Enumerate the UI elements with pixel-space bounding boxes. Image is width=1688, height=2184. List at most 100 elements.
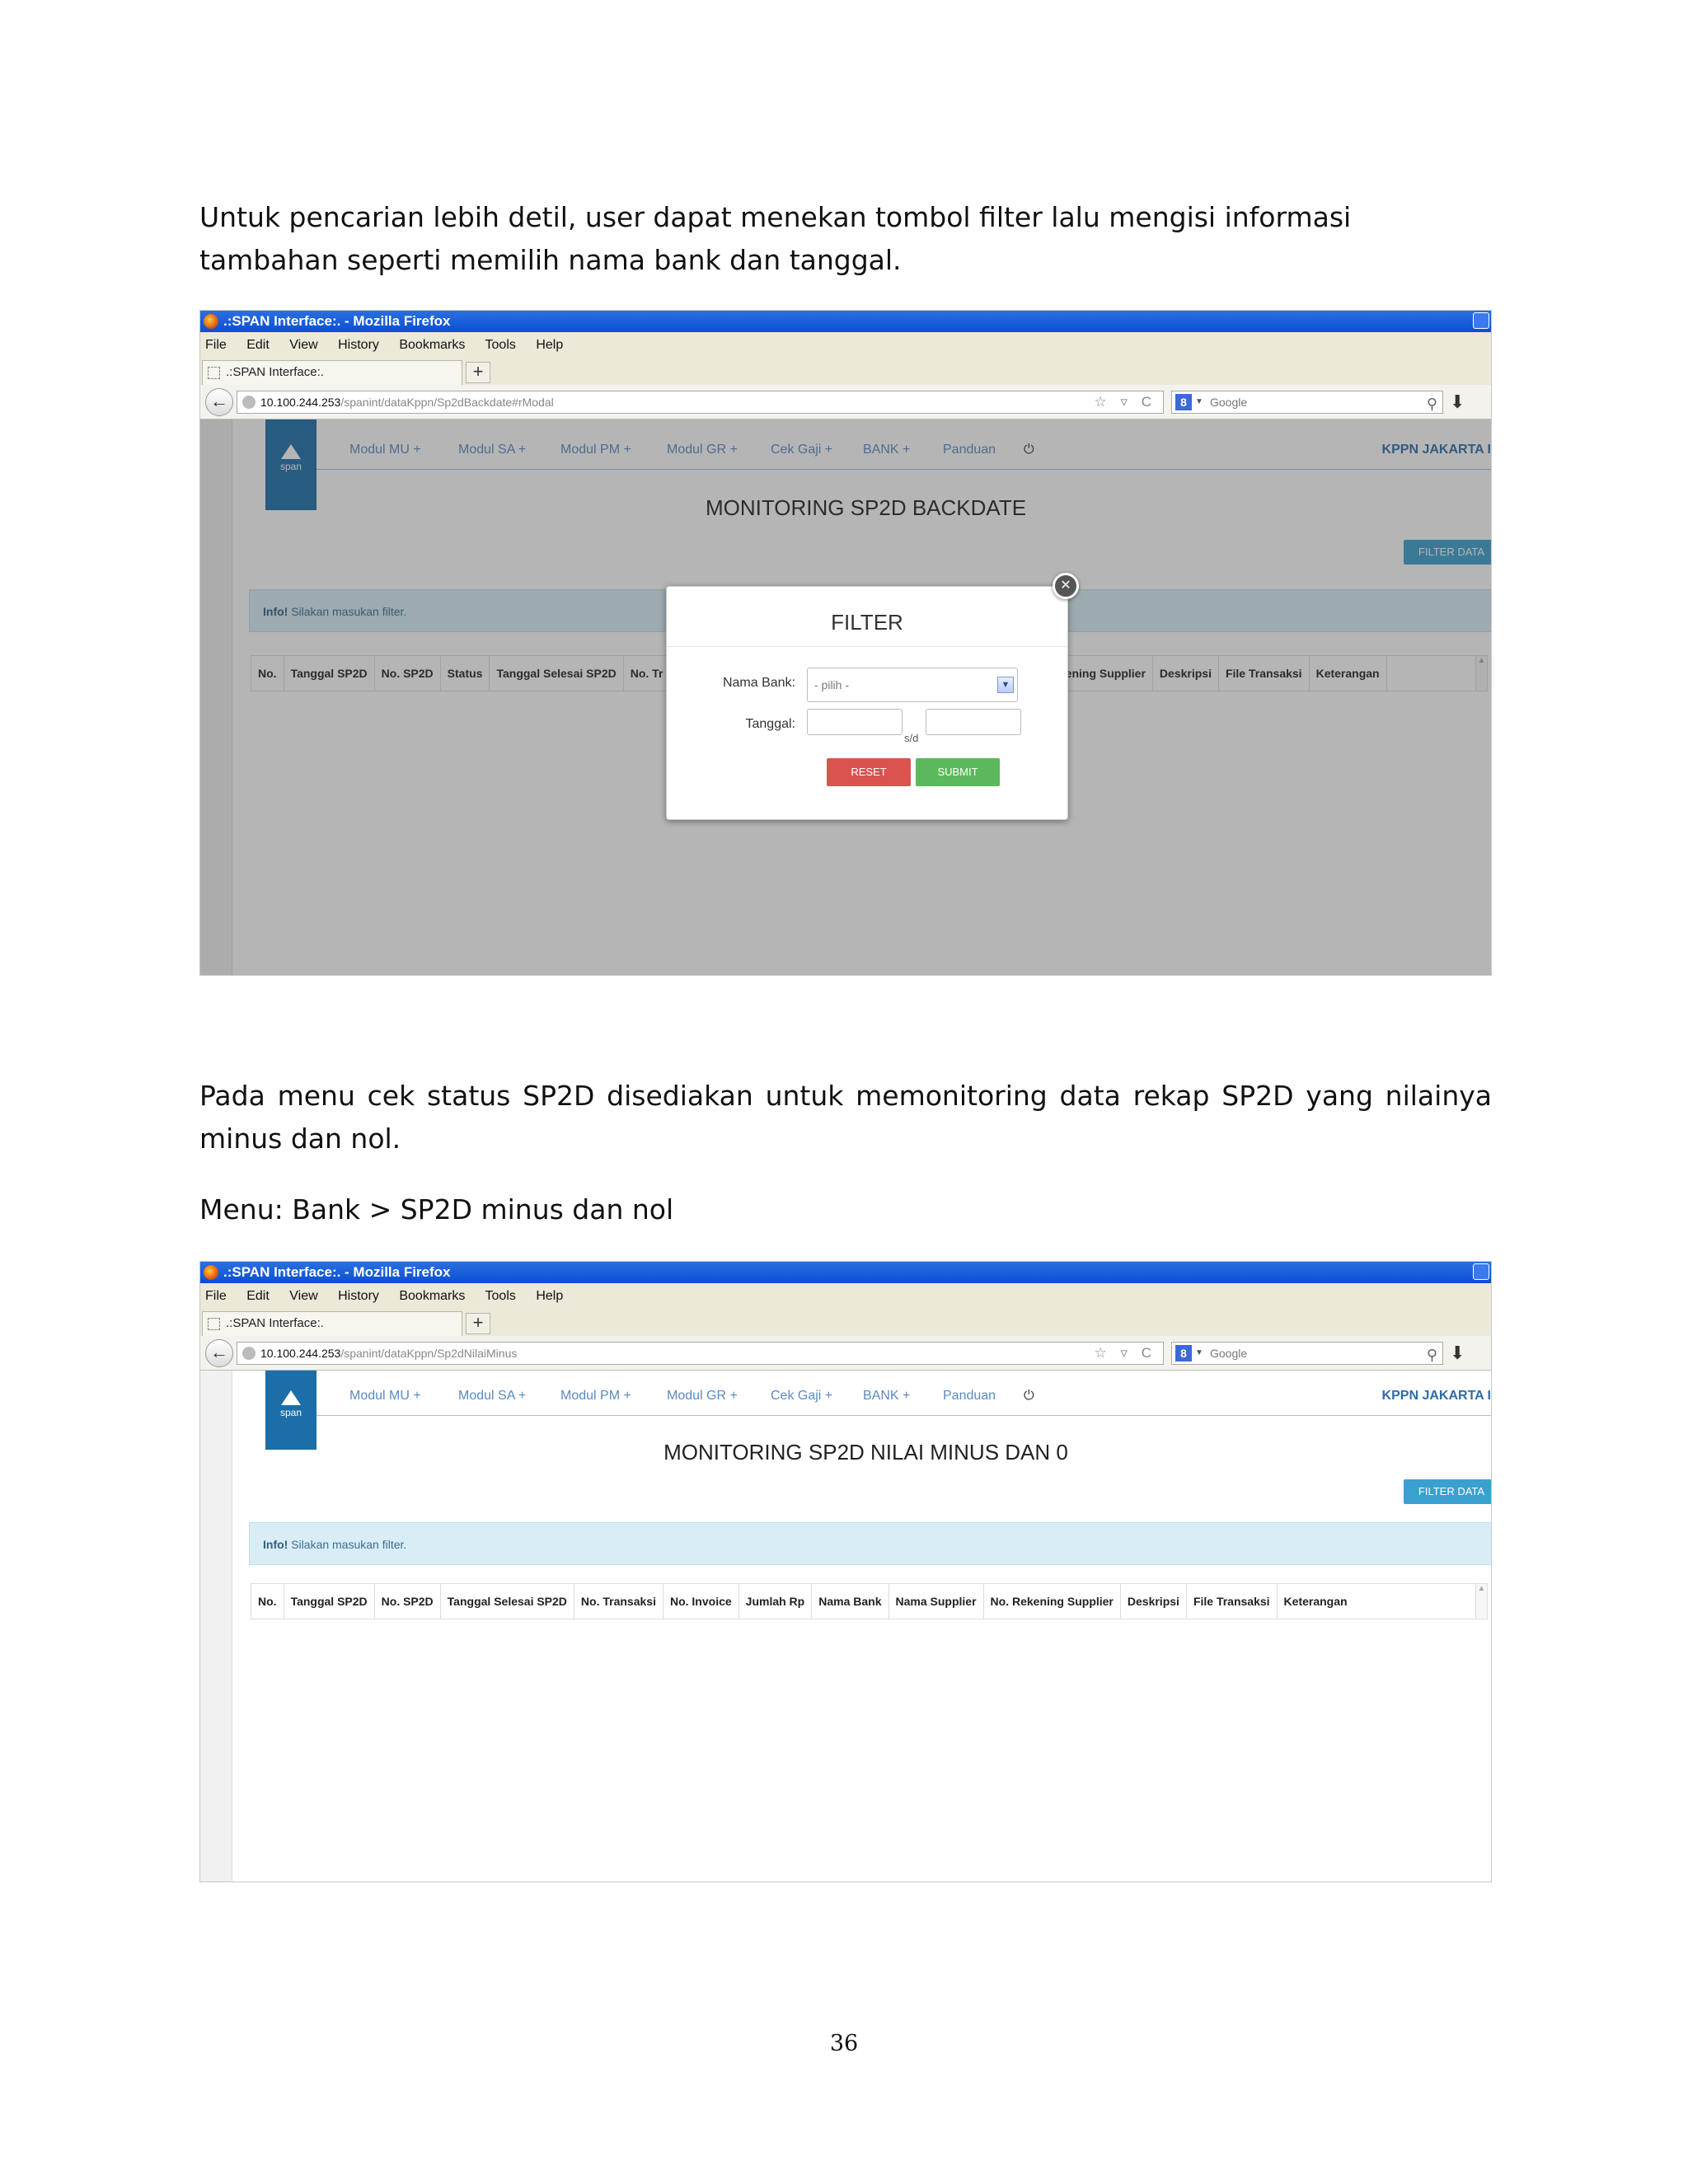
menu-bookmarks[interactable]: Bookmarks — [399, 338, 465, 352]
firefox-icon — [204, 314, 218, 329]
download-icon[interactable]: ⬇ — [1450, 391, 1465, 413]
window-title: .:SPAN Interface:. - Mozilla Firefox — [223, 313, 451, 329]
window-button[interactable] — [1473, 312, 1489, 329]
nav-bank[interactable]: BANK + — [863, 1389, 910, 1404]
window-title: .:SPAN Interface:. - Mozilla Firefox — [223, 1264, 451, 1280]
window-titlebar: .:SPAN Interface:. - Mozilla Firefox — [200, 311, 1491, 332]
menu-tools[interactable]: Tools — [485, 1289, 516, 1303]
date-to-input[interactable] — [926, 709, 1021, 735]
download-icon[interactable]: ⬇ — [1450, 1343, 1465, 1364]
column-header: Tanggal SP2D — [284, 1584, 375, 1619]
search-icon[interactable]: ⚲ — [1427, 393, 1437, 415]
column-header: No. Invoice — [663, 1584, 739, 1619]
menu-edit[interactable]: Edit — [246, 1289, 270, 1303]
column-header: No. — [251, 1584, 284, 1619]
url-bar[interactable]: 10.100.244.253/spanint/dataKppn/Sp2dBack… — [237, 391, 1164, 414]
search-input[interactable]: 8 ▼ Google ⚲ — [1171, 391, 1443, 414]
tab-title: .:SPAN Interface:. — [226, 365, 324, 379]
logo-triangle-icon — [281, 1390, 301, 1405]
search-placeholder: Google — [1210, 1347, 1248, 1360]
logo-text: span — [279, 1407, 302, 1418]
menu-bookmarks[interactable]: Bookmarks — [399, 1289, 465, 1303]
nav-modul-pm[interactable]: Modul PM + — [560, 1389, 631, 1404]
menu-help[interactable]: Help — [536, 338, 563, 352]
bookmark-star-icon[interactable]: ☆ ▿ C — [1095, 391, 1157, 413]
menu-edit[interactable]: Edit — [246, 338, 270, 352]
page-number: 36 — [829, 2031, 859, 2056]
modal-divider — [667, 646, 1067, 647]
menu-view[interactable]: View — [289, 1289, 317, 1303]
url-host: 10.100.244.253 — [260, 1347, 341, 1360]
screenshot-filter-modal: .:SPAN Interface:. - Mozilla Firefox Fil… — [199, 310, 1492, 976]
firefox-icon — [204, 1265, 218, 1280]
google-icon: 8 — [1175, 394, 1192, 410]
url-host: 10.100.244.253 — [260, 396, 341, 409]
page-icon — [208, 367, 220, 379]
column-header: No. SP2D — [375, 1584, 441, 1619]
chevron-down-icon[interactable]: ▼ — [997, 677, 1014, 693]
column-header: No. Rekening Supplier — [984, 1584, 1121, 1619]
browser-tabbar: .:SPAN Interface:. + — [200, 359, 1491, 385]
page-icon — [208, 1318, 220, 1330]
nav-modul-sa[interactable]: Modul SA + — [458, 1389, 526, 1404]
bank-select[interactable]: - pilih - ▼ — [807, 668, 1018, 702]
search-input[interactable]: 8 ▼ Google ⚲ — [1171, 1342, 1443, 1365]
back-arrow-icon[interactable]: ← — [205, 1339, 233, 1367]
nav-modul-mu[interactable]: Modul MU + — [349, 1389, 421, 1404]
nav-panduan[interactable]: Panduan — [943, 1389, 996, 1404]
globe-icon — [242, 1347, 256, 1360]
modal-title: FILTER — [831, 610, 903, 635]
date-from-input[interactable] — [807, 709, 903, 735]
menu-history[interactable]: History — [338, 1289, 379, 1303]
column-header: No. Transaksi — [574, 1584, 663, 1619]
column-header: Tanggal Selesai SP2D — [441, 1584, 574, 1619]
browser-tab[interactable]: .:SPAN Interface:. — [202, 1311, 462, 1336]
nav-modul-gr[interactable]: Modul GR + — [667, 1389, 738, 1404]
search-icon[interactable]: ⚲ — [1427, 1344, 1437, 1366]
menu-help[interactable]: Help — [536, 1289, 563, 1303]
table-header: No. Tanggal SP2D No. SP2D Tanggal Selesai S… — [251, 1583, 1488, 1619]
menu-file[interactable]: File — [205, 338, 227, 352]
filter-modal: FILTER Nama Bank: - pilih - ▼ Tanggal: s… — [666, 586, 1068, 820]
url-path: /spanint/dataKppn/Sp2dBackdate#rModal — [340, 396, 554, 409]
window-button[interactable] — [1473, 1263, 1489, 1280]
bookmark-star-icon[interactable]: ☆ ▿ C — [1095, 1343, 1157, 1364]
browser-navbar: ← 10.100.244.253/spanint/dataKppn/Sp2dNi… — [200, 1336, 1491, 1371]
back-arrow-icon[interactable]: ← — [205, 388, 233, 416]
submit-button[interactable]: SUBMIT — [916, 758, 1000, 786]
window-titlebar: .:SPAN Interface:. - Mozilla Firefox — [200, 1262, 1491, 1283]
app-page: span Modul MU + Modul SA + Modul PM + Mo… — [232, 1371, 1491, 1882]
menu-history[interactable]: History — [338, 338, 379, 352]
browser-menubar: File Edit View History Bookmarks Tools H… — [200, 1283, 1491, 1310]
menu-view[interactable]: View — [289, 338, 317, 352]
reset-button[interactable]: RESET — [827, 758, 911, 786]
new-tab-button[interactable]: + — [466, 362, 490, 383]
screenshot-nilai-minus: .:SPAN Interface:. - Mozilla Firefox Fil… — [199, 1261, 1492, 1882]
nav-cek-gaji[interactable]: Cek Gaji + — [771, 1389, 832, 1404]
menu-path-paragraph: Menu: Bank > SP2D minus dan nol — [199, 1193, 674, 1226]
kppn-label: KPPN JAKARTA I — [1381, 1389, 1491, 1403]
power-icon[interactable]: ⏻ — [1024, 1389, 1034, 1404]
date-label: Tanggal: — [745, 717, 796, 731]
url-path: /spanint/dataKppn/Sp2dNilaiMinus — [340, 1347, 518, 1360]
browser-tabbar: .:SPAN Interface:. + — [200, 1310, 1491, 1336]
menu-file[interactable]: File — [205, 1289, 227, 1303]
date-range-separator: s/d — [904, 732, 919, 744]
menu-tools[interactable]: Tools — [485, 338, 516, 352]
browser-navbar: ← 10.100.244.253/spanint/dataKppn/Sp2dBa… — [200, 385, 1491, 419]
column-header: Jumlah Rp — [739, 1584, 813, 1619]
close-icon[interactable]: ✕ — [1053, 573, 1079, 599]
info-strong: Info! — [263, 1538, 288, 1551]
bank-select-value: - pilih - — [814, 678, 850, 691]
new-tab-button[interactable]: + — [466, 1313, 490, 1334]
cek-status-paragraph: Pada menu cek status SP2D disediakan unt… — [199, 1080, 1492, 1155]
browser-tab[interactable]: .:SPAN Interface:. — [202, 360, 462, 385]
filter-data-button[interactable]: FILTER DATA — [1404, 1479, 1491, 1504]
page-title: MONITORING SP2D NILAI MINUS DAN 0 — [663, 1440, 1068, 1465]
bank-label: Nama Bank: — [722, 676, 795, 690]
browser-content: span Modul MU + Modul SA + Modul PM + Mo… — [200, 1371, 1491, 1882]
scroll-up-icon[interactable]: ▲ — [1475, 1584, 1487, 1619]
search-placeholder: Google — [1210, 396, 1248, 409]
url-bar[interactable]: 10.100.244.253/spanint/dataKppn/Sp2dNila… — [237, 1342, 1164, 1365]
tab-title: .:SPAN Interface:. — [226, 1316, 324, 1330]
